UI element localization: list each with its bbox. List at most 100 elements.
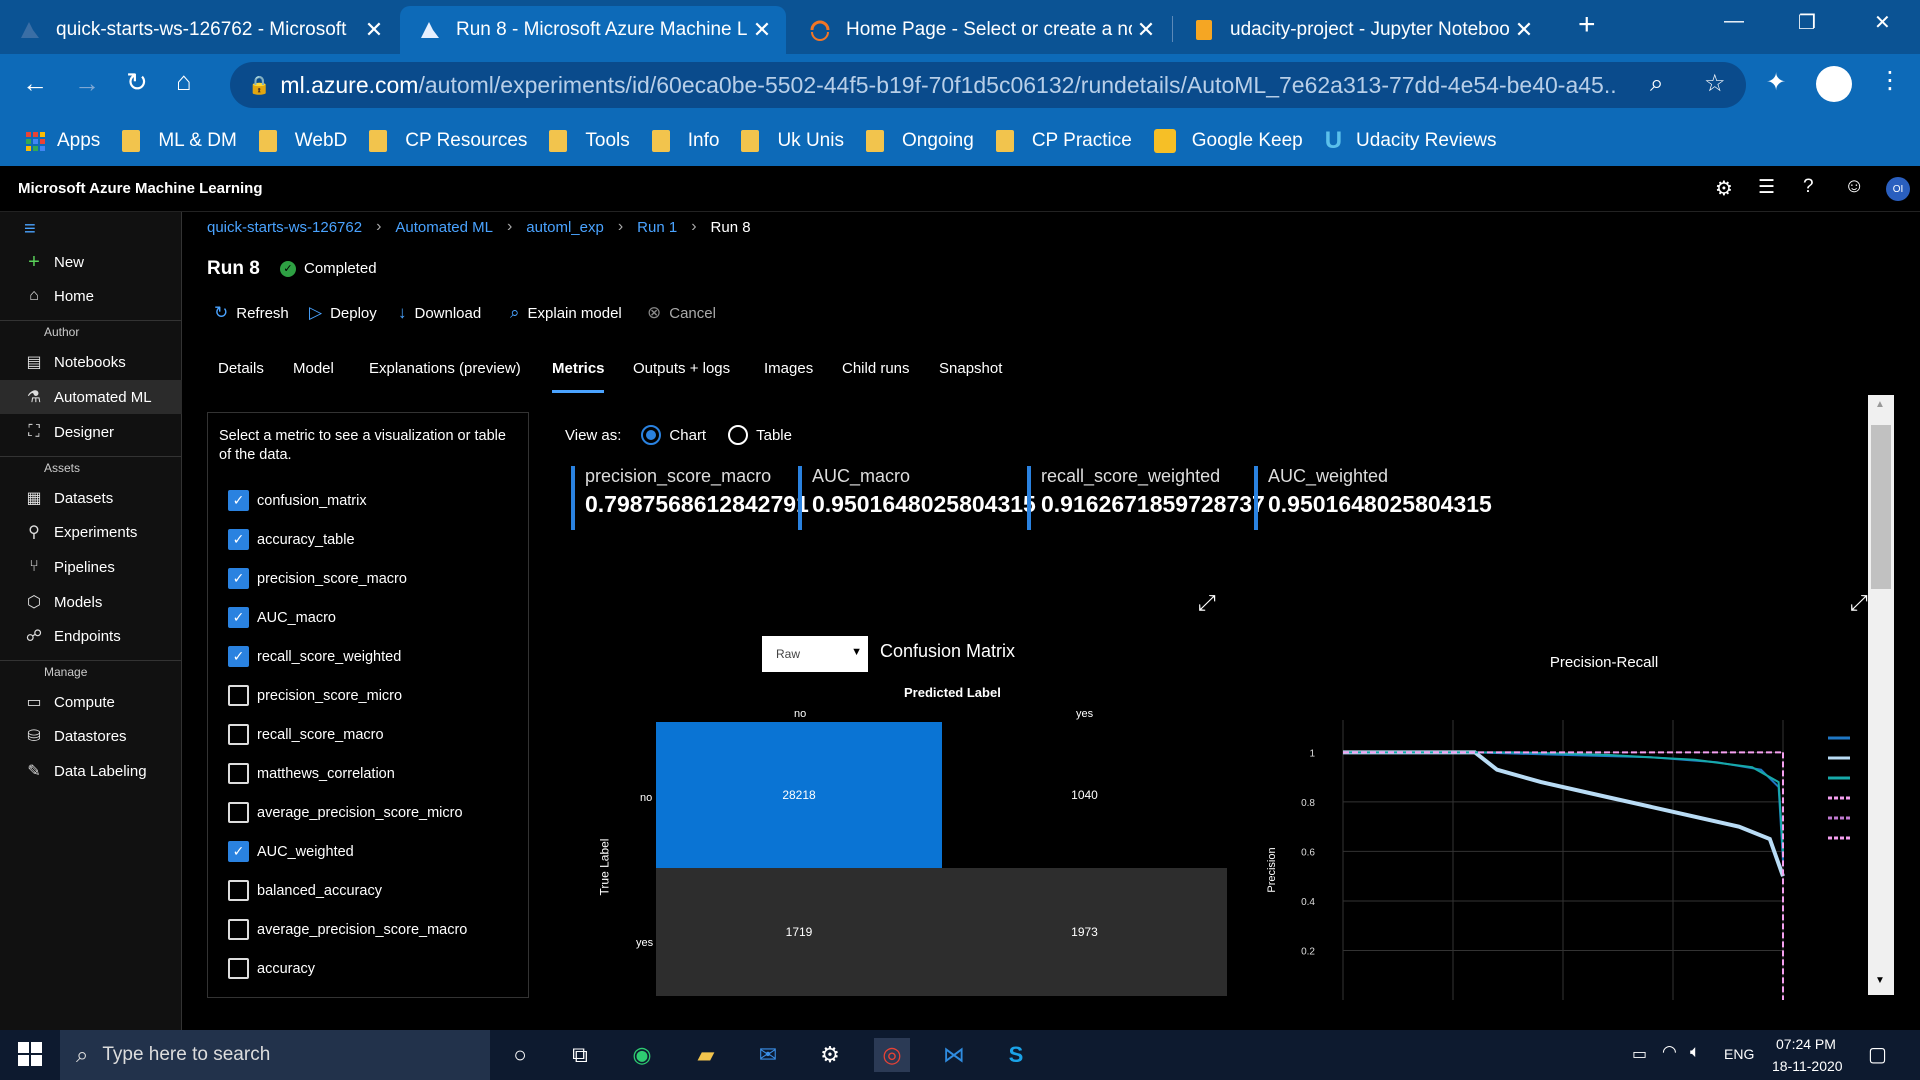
scroll-down-icon[interactable]: ▼ bbox=[1875, 975, 1885, 986]
sidebar-item-models[interactable]: ⬡ Models bbox=[0, 585, 182, 619]
browser-tab-2[interactable]: Run 8 - Microsoft Azure Machine Le ✕ bbox=[400, 6, 786, 54]
user-avatar[interactable]: OI bbox=[1886, 177, 1910, 201]
wifi-icon[interactable]: ◠ bbox=[1662, 1042, 1677, 1062]
sidebar-item-compute[interactable]: ▭ Compute bbox=[0, 685, 182, 719]
metric-checkbox-row[interactable]: balanced_accuracy bbox=[228, 880, 382, 901]
checkbox-checked[interactable]: ✓ bbox=[228, 529, 249, 550]
checkbox-unchecked[interactable] bbox=[228, 724, 249, 745]
cortana-circle-icon[interactable]: ○ bbox=[502, 1038, 538, 1072]
close-tab-icon[interactable]: ✕ bbox=[1510, 17, 1538, 43]
extensions-icon[interactable]: ✦ bbox=[1766, 68, 1786, 97]
close-window-icon[interactable]: ✕ bbox=[1874, 10, 1891, 35]
breadcrumb-experiment[interactable]: automl_exp bbox=[526, 219, 604, 236]
bookmark-ml-dm[interactable]: ML & DM bbox=[122, 130, 237, 152]
explain-model-button[interactable]: ⌕ Explain model bbox=[510, 303, 622, 323]
bookmark-tools[interactable]: Tools bbox=[549, 130, 630, 152]
windows-start-icon[interactable] bbox=[18, 1042, 42, 1071]
back-icon[interactable]: ← bbox=[22, 68, 48, 99]
cancel-button[interactable]: ⊗ Cancel bbox=[647, 303, 716, 323]
tab-explanations[interactable]: Explanations (preview) bbox=[369, 360, 521, 377]
zoom-search-icon[interactable]: ⌕ bbox=[1650, 70, 1663, 98]
metric-checkbox-row[interactable]: ✓ recall_score_weighted bbox=[228, 646, 401, 667]
checkbox-checked[interactable]: ✓ bbox=[228, 607, 249, 628]
bookmark-star-icon[interactable]: ☆ bbox=[1704, 69, 1726, 98]
home-icon[interactable]: ⌂ bbox=[176, 66, 192, 97]
mail-icon[interactable]: ✉ bbox=[750, 1038, 786, 1072]
scroll-up-icon[interactable]: ▲ bbox=[1875, 399, 1885, 410]
tab-details[interactable]: Details bbox=[218, 360, 264, 377]
tab-model[interactable]: Model bbox=[293, 360, 334, 377]
menu-kebab-icon[interactable]: ⋮ bbox=[1878, 66, 1902, 95]
close-tab-icon[interactable]: ✕ bbox=[360, 17, 388, 43]
checkbox-unchecked[interactable] bbox=[228, 919, 249, 940]
feedback-list-icon[interactable]: ☰ bbox=[1758, 176, 1775, 199]
sidebar-item-datastores[interactable]: ⛁ Datastores bbox=[0, 719, 182, 753]
bookmark-udacity-reviews[interactable]: U Udacity Reviews bbox=[1325, 127, 1497, 155]
scrollbar-thumb[interactable] bbox=[1871, 425, 1891, 589]
checkbox-unchecked[interactable] bbox=[228, 880, 249, 901]
help-icon[interactable]: ? bbox=[1803, 176, 1814, 198]
sidebar-item-data-labeling[interactable]: ✎ Data Labeling bbox=[0, 754, 182, 788]
metric-checkbox-row[interactable]: average_precision_score_macro bbox=[228, 919, 467, 940]
task-view-icon[interactable]: ⧉ bbox=[562, 1038, 598, 1072]
scale-dropdown[interactable]: Raw ▼ bbox=[762, 636, 868, 672]
tab-outputs-logs[interactable]: Outputs + logs bbox=[633, 360, 730, 377]
radio-table[interactable] bbox=[728, 425, 749, 445]
profile-avatar[interactable] bbox=[1816, 66, 1852, 102]
tab-images[interactable]: Images bbox=[764, 360, 813, 377]
checkbox-unchecked[interactable] bbox=[228, 685, 249, 706]
sidebar-item-home[interactable]: ⌂ Home bbox=[0, 279, 182, 313]
breadcrumb-automated-ml[interactable]: Automated ML bbox=[395, 219, 493, 236]
hamburger-icon[interactable]: ≡ bbox=[24, 218, 36, 241]
sidebar-item-experiments[interactable]: ⚲ Experiments bbox=[0, 515, 182, 549]
battery-icon[interactable]: ▭ bbox=[1632, 1044, 1647, 1064]
clock-time[interactable]: 07:24 PM bbox=[1776, 1036, 1836, 1052]
chrome-icon[interactable]: ◎ bbox=[874, 1038, 910, 1072]
checkbox-checked[interactable]: ✓ bbox=[228, 841, 249, 862]
reload-icon[interactable]: ↻ bbox=[126, 67, 148, 98]
metric-checkbox-row[interactable]: average_precision_score_micro bbox=[228, 802, 463, 823]
bookmark-webd[interactable]: WebD bbox=[258, 130, 347, 152]
tab-metrics[interactable]: Metrics bbox=[552, 360, 605, 377]
skype-icon[interactable]: S bbox=[998, 1038, 1034, 1072]
checkbox-checked[interactable]: ✓ bbox=[228, 568, 249, 589]
browser-tab-3[interactable]: Home Page - Select or create a note ✕ bbox=[790, 6, 1170, 54]
sidebar-item-datasets[interactable]: ▦ Datasets bbox=[0, 481, 182, 515]
breadcrumb-run-1[interactable]: Run 1 bbox=[637, 219, 677, 236]
file-explorer-icon[interactable]: ▰ bbox=[688, 1038, 724, 1072]
metric-checkbox-row[interactable]: accuracy bbox=[228, 958, 315, 979]
clock-date[interactable]: 18-11-2020 bbox=[1772, 1058, 1843, 1074]
maximize-icon[interactable]: ❐ bbox=[1798, 10, 1816, 35]
metric-checkbox-row[interactable]: ✓ AUC_macro bbox=[228, 607, 336, 628]
vscode-icon[interactable]: ⋈ bbox=[936, 1038, 972, 1072]
sidebar-item-endpoints[interactable]: ☍ Endpoints bbox=[0, 619, 182, 653]
sidebar-item-automated-ml[interactable]: ⚗ Automated ML bbox=[0, 380, 182, 414]
edge-browser-icon[interactable]: ◉ bbox=[624, 1038, 660, 1072]
smiley-icon[interactable]: ☺ bbox=[1844, 175, 1864, 198]
bookmark-cp-practice[interactable]: CP Practice bbox=[995, 130, 1132, 152]
sidebar-item-pipelines[interactable]: ⑂ Pipelines bbox=[0, 550, 182, 584]
language-indicator[interactable]: ENG bbox=[1724, 1046, 1754, 1062]
download-button[interactable]: ↓ Download bbox=[398, 303, 481, 323]
bookmark-info[interactable]: Info bbox=[651, 130, 719, 152]
checkbox-unchecked[interactable] bbox=[228, 802, 249, 823]
taskbar-search-input[interactable]: ⌕ Type here to search bbox=[60, 1030, 490, 1080]
settings-gear-icon[interactable]: ⚙ bbox=[1715, 176, 1733, 201]
metric-checkbox-row[interactable]: ✓ confusion_matrix bbox=[228, 490, 367, 511]
tab-snapshot[interactable]: Snapshot bbox=[939, 360, 1002, 377]
checkbox-unchecked[interactable] bbox=[228, 763, 249, 784]
checkbox-checked[interactable]: ✓ bbox=[228, 490, 249, 511]
sidebar-item-designer[interactable]: ⛶ Designer bbox=[0, 415, 182, 449]
metric-checkbox-row[interactable]: recall_score_macro bbox=[228, 724, 384, 745]
expand-icon[interactable]: ⤢ bbox=[1850, 590, 1868, 616]
bookmark-ongoing[interactable]: Ongoing bbox=[865, 130, 974, 152]
breadcrumb-workspace[interactable]: quick-starts-ws-126762 bbox=[207, 219, 362, 236]
metric-checkbox-row[interactable]: ✓ precision_score_macro bbox=[228, 568, 407, 589]
metric-checkbox-row[interactable]: precision_score_micro bbox=[228, 685, 402, 706]
sidebar-item-new[interactable]: + New bbox=[0, 245, 182, 279]
refresh-button[interactable]: ↻ Refresh bbox=[214, 303, 289, 323]
checkbox-checked[interactable]: ✓ bbox=[228, 646, 249, 667]
settings-gear-icon[interactable]: ⚙ bbox=[812, 1038, 848, 1072]
notification-icon[interactable]: ▢ bbox=[1868, 1042, 1887, 1067]
close-tab-icon[interactable]: ✕ bbox=[1132, 17, 1160, 43]
